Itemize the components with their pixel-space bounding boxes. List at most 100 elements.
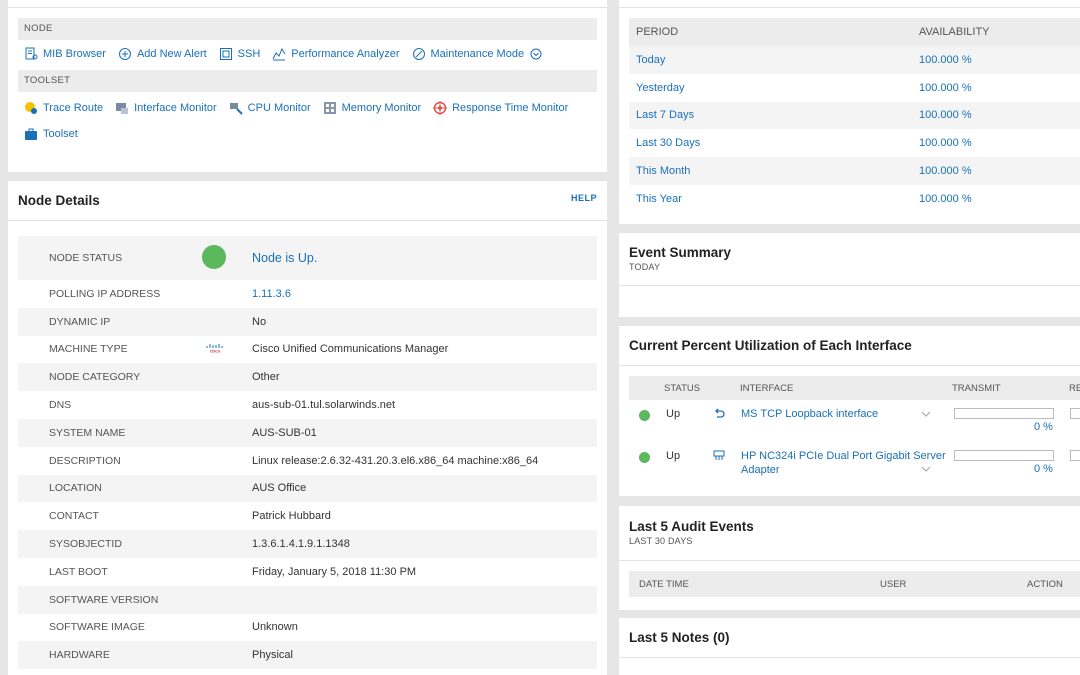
interface-monitor-label: Interface Monitor xyxy=(134,102,217,114)
node-details-table: NODE STATUS Node is Up. POLLING IP ADDRE… xyxy=(18,236,597,670)
cpu-monitor-link[interactable]: CPU Monitor xyxy=(229,95,311,121)
detail-row: MACHINE TYPE cisco Cisco Unified Communi… xyxy=(18,336,597,364)
detail-key: HARDWARE xyxy=(49,649,110,662)
detail-value: AUS Office xyxy=(252,482,307,495)
detail-row: NODE CATEGORY Other xyxy=(18,363,597,392)
performance-analyzer-icon xyxy=(272,47,286,61)
period-link[interactable]: Last 7 Days xyxy=(629,102,919,130)
help-link[interactable]: HELP xyxy=(571,193,597,203)
detail-key: POLLING IP ADDRESS xyxy=(49,287,161,300)
col-transmit: TRANSMIT xyxy=(952,383,1001,394)
detail-key: LOCATION xyxy=(49,482,102,495)
add-alert-icon xyxy=(118,47,132,61)
transmit-value: 0 % xyxy=(1034,463,1053,475)
availability-row: Last 30 Days 100.000 % xyxy=(629,129,1080,157)
event-summary-subtitle: TODAY xyxy=(629,262,661,272)
interface-row: Up MS TCP Loopback interface 0 % xyxy=(629,400,1080,442)
maintenance-icon xyxy=(412,47,426,61)
availability-row: This Month 100.000 % xyxy=(629,157,1080,185)
network-adapter-icon xyxy=(712,450,726,465)
detail-key: CONTACT xyxy=(49,510,99,523)
period-link[interactable]: Last 30 Days xyxy=(629,129,919,157)
audit-header-row: DATE TIME USER ACTION xyxy=(629,571,1080,597)
toolset-link[interactable]: Toolset xyxy=(24,121,78,147)
detail-value: Linux release:2.6.32-431.20.3.el6.x86_64… xyxy=(252,454,539,467)
interface-status: Up xyxy=(666,408,681,420)
availability-table: PERIOD AVAILABILITY Today 100.000 % Yest… xyxy=(629,18,1080,213)
event-summary-panel: Event Summary TODAY xyxy=(619,233,1080,317)
detail-value: Cisco Unified Communications Manager xyxy=(252,343,449,356)
status-up-icon xyxy=(639,410,650,421)
toolset-icon xyxy=(24,127,38,141)
receive-bar xyxy=(1070,450,1080,461)
svg-text:cisco: cisco xyxy=(210,348,221,353)
cpu-monitor-label: CPU Monitor xyxy=(247,102,311,114)
chevron-down-icon[interactable] xyxy=(921,464,931,476)
node-tools-panel: NODE MIB Browser Add New Alert SSH Perfo… xyxy=(8,0,607,172)
interface-monitor-link[interactable]: Interface Monitor xyxy=(115,95,217,121)
response-time-icon xyxy=(433,101,448,115)
chevron-down-icon[interactable] xyxy=(530,48,542,60)
period-link[interactable]: This Year xyxy=(629,185,919,213)
detail-row: DNS aus-sub-01.tul.solarwinds.net xyxy=(18,391,597,419)
availability-value[interactable]: 100.000 % xyxy=(919,157,1080,185)
detail-value: AUS-SUB-01 xyxy=(252,426,317,439)
period-link[interactable]: Today xyxy=(629,46,919,74)
node-details-panel: Node Details HELP NODE STATUS Node is Up… xyxy=(8,181,607,675)
memory-monitor-label: Memory Monitor xyxy=(341,102,422,114)
detail-key: SYSOBJECTID xyxy=(49,538,122,551)
transmit-bar xyxy=(954,408,1054,419)
col-action: ACTION xyxy=(1027,579,1063,590)
detail-row: DESCRIPTION Linux release:2.6.32-431.20.… xyxy=(18,447,597,475)
event-summary-title: Event Summary xyxy=(629,245,732,260)
interface-monitor-icon xyxy=(115,101,129,115)
detail-key: NODE STATUS xyxy=(49,252,123,264)
ssh-link[interactable]: SSH xyxy=(219,41,261,67)
interface-status: Up xyxy=(666,450,681,462)
chevron-down-icon[interactable] xyxy=(921,409,931,421)
detail-key: LAST BOOT xyxy=(49,565,108,578)
trace-route-label: Trace Route xyxy=(43,102,104,114)
transmit-value: 0 % xyxy=(1034,421,1053,433)
detail-key: SOFTWARE VERSION xyxy=(49,593,159,606)
availability-value[interactable]: 100.000 % xyxy=(919,46,1080,74)
cpu-monitor-icon xyxy=(229,101,243,115)
availability-header-row: PERIOD AVAILABILITY xyxy=(629,18,1080,46)
interface-link[interactable]: HP NC324i PCIe Dual Port Gigabit Server … xyxy=(741,449,946,477)
availability-value[interactable]: 100.000 % xyxy=(919,102,1080,130)
availability-row: Yesterday 100.000 % xyxy=(629,74,1080,102)
response-time-monitor-link[interactable]: Response Time Monitor xyxy=(433,95,568,121)
detail-row: LAST BOOT Friday, January 5, 2018 11:30 … xyxy=(18,558,597,586)
detail-row: HARDWARE Physical xyxy=(18,641,597,670)
interface-link[interactable]: MS TCP Loopback interface xyxy=(741,408,878,420)
mib-browser-label: MIB Browser xyxy=(43,48,106,60)
ssh-label: SSH xyxy=(237,48,261,60)
performance-analyzer-link[interactable]: Performance Analyzer xyxy=(272,41,400,67)
col-interface: INTERFACE xyxy=(740,383,794,394)
period-link[interactable]: Yesterday xyxy=(629,74,919,102)
add-new-alert-link[interactable]: Add New Alert xyxy=(118,41,207,67)
detail-row: SOFTWARE VERSION xyxy=(18,585,597,614)
polling-ip-value[interactable]: 1.11.3.6 xyxy=(252,280,597,308)
maintenance-mode-link[interactable]: Maintenance Mode xyxy=(412,41,543,67)
loopback-icon xyxy=(713,408,725,423)
memory-monitor-link[interactable]: Memory Monitor xyxy=(323,95,421,121)
audit-subtitle: LAST 30 DAYS xyxy=(629,536,693,546)
maintenance-mode-label: Maintenance Mode xyxy=(430,48,525,60)
trace-route-link[interactable]: Trace Route xyxy=(24,95,103,121)
detail-row: LOCATION AUS Office xyxy=(18,474,597,503)
memory-monitor-icon xyxy=(323,101,337,115)
detail-row: SYSOBJECTID 1.3.6.1.4.1.9.1.1348 xyxy=(18,530,597,558)
mib-browser-link[interactable]: MIB Browser xyxy=(24,41,106,67)
availability-value[interactable]: 100.000 % xyxy=(919,129,1080,157)
col-period: PERIOD xyxy=(636,26,679,38)
availability-row: Today 100.000 % xyxy=(629,46,1080,74)
performance-analyzer-label: Performance Analyzer xyxy=(291,48,400,60)
response-time-monitor-label: Response Time Monitor xyxy=(452,102,569,114)
period-link[interactable]: This Month xyxy=(629,157,919,185)
node-status-value[interactable]: Node is Up. xyxy=(252,236,597,280)
availability-value[interactable]: 100.000 % xyxy=(919,74,1080,102)
availability-value[interactable]: 100.000 % xyxy=(919,185,1080,213)
node-section-header: NODE xyxy=(18,18,597,40)
mib-browser-icon xyxy=(24,47,38,61)
